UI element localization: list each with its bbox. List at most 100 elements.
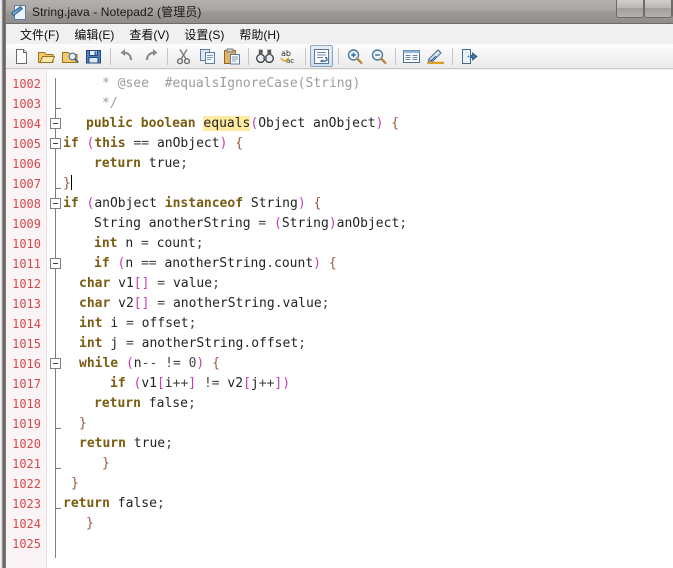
fold-collapse-icon[interactable] [50,358,61,369]
save-file-icon[interactable] [82,45,105,67]
svg-text:ac: ac [286,57,294,65]
menu-bar: 文件(F) 编辑(E) 查看(V) 设置(S) 帮助(H) [6,24,673,44]
line-number: 1019 [12,417,41,431]
minimize-button[interactable] [616,0,644,18]
code-line[interactable]: int i = offset; [79,314,196,334]
line-number: 1014 [12,317,41,331]
scheme-icon[interactable] [400,45,423,67]
line-number: 1004 [12,117,41,131]
code-line[interactable]: return false; [63,494,165,514]
fold-end-tick [55,188,61,189]
code-line[interactable]: char v1[] = value; [79,274,220,294]
line-number: 1003 [12,97,41,111]
code-line[interactable]: String anotherString = (String)anObject; [94,214,407,234]
toolbar-separator [338,47,339,65]
line-number: 1020 [12,437,41,451]
window-title: String.java - Notepad2 (管理员) [32,5,202,19]
code-line[interactable]: } [102,454,110,474]
fold-collapse-icon[interactable] [50,198,61,209]
code-line[interactable]: } [71,474,79,494]
line-number: 1013 [12,297,41,311]
fold-collapse-icon[interactable] [50,258,61,269]
menu-settings[interactable]: 设置(S) [177,24,232,45]
open-file-icon[interactable] [34,45,57,67]
toolbar-separator [305,47,306,65]
replace-icon[interactable]: ab ac [277,45,300,67]
browse-file-icon[interactable] [58,45,81,67]
line-number: 1022 [12,477,41,491]
paste-icon[interactable] [220,45,243,67]
code-line[interactable]: public boolean equals(Object anObject) { [86,114,399,134]
line-number: 1008 [12,197,41,211]
copy-icon[interactable] [196,45,219,67]
exit-icon[interactable] [457,45,480,67]
window-controls[interactable] [616,0,673,18]
cut-icon[interactable] [172,45,195,67]
fold-end-tick [55,468,61,469]
code-line[interactable]: */ [102,94,118,114]
line-number: 1015 [12,337,41,351]
code-line[interactable]: return true; [94,154,188,174]
zoom-out-icon[interactable] [367,45,390,67]
line-number: 1006 [12,157,41,171]
toolbar-separator [167,47,168,65]
fold-collapse-icon[interactable] [50,118,61,129]
code-line[interactable]: char v2[] = anotherString.value; [79,294,329,314]
line-number: 1002 [12,77,41,91]
line-number-gutter: 1002 1003 1004 1005 1006 1007 1008 1009 1010 1011… [6,70,47,568]
line-number: 1012 [12,277,41,291]
fold-collapse-icon[interactable] [50,138,61,149]
toolbar-separator [248,47,249,65]
code-line[interactable]: * @see #equalsIgnoreCase(String) [102,74,360,94]
menu-edit[interactable]: 编辑(E) [67,24,122,45]
fold-end-tick [55,508,61,509]
code-line[interactable]: if (anObject instanceof String) { [63,194,321,214]
toolbar: ab ac [6,44,673,69]
code-line[interactable]: int j = anotherString.offset; [79,334,306,354]
line-number: 1005 [12,137,41,151]
new-file-icon[interactable] [10,45,33,67]
code-line[interactable]: } [79,414,87,434]
editor[interactable]: 1002 1003 1004 1005 1006 1007 1008 1009 1010 1011… [6,70,673,568]
redo-icon[interactable] [139,45,162,67]
notepad2-window: String.java - Notepad2 (管理员) 文件(F) 编辑(E)… [6,0,673,568]
code-line[interactable]: } [86,514,94,534]
screen: String.java - Notepad2 (管理员) 文件(F) 编辑(E)… [0,0,673,568]
menu-view[interactable]: 查看(V) [122,24,177,45]
fold-end-tick [55,108,61,109]
title-bar[interactable]: String.java - Notepad2 (管理员) [6,0,673,24]
scheme-customize-icon[interactable] [424,45,447,67]
code-line[interactable]: if (this == anObject) { [63,134,243,154]
code-text-area[interactable]: * @see #equalsIgnoreCase(String) */public… [63,70,673,568]
toolbar-separator [452,47,453,65]
line-number: 1021 [12,457,41,471]
notepad2-app-icon [11,4,27,20]
code-line[interactable]: return true; [79,434,173,454]
word-wrap-icon[interactable] [310,45,333,67]
line-number: 1011 [12,257,41,271]
line-number: 1018 [12,397,41,411]
code-line[interactable]: if (n == anotherString.count) { [94,254,337,274]
maximize-button[interactable] [644,0,672,18]
line-number: 1025 [12,537,41,551]
menu-file[interactable]: 文件(F) [13,24,67,45]
line-number: 1010 [12,237,41,251]
code-line[interactable]: if (v1[i++] != v2[j++]) [110,374,290,394]
fold-margin[interactable] [48,70,63,568]
line-number: 1023 [12,497,41,511]
code-line[interactable]: } [63,174,72,194]
find-icon[interactable] [253,45,276,67]
fold-end-tick [55,428,61,429]
line-number: 1007 [12,177,41,191]
line-number: 1009 [12,217,41,231]
zoom-in-icon[interactable] [343,45,366,67]
menu-help[interactable]: 帮助(H) [232,24,288,45]
toolbar-separator [110,47,111,65]
code-line[interactable]: return false; [94,394,196,414]
line-number: 1024 [12,517,41,531]
line-number: 1016 [12,357,41,371]
code-line[interactable]: int n = count; [94,234,204,254]
undo-icon[interactable] [115,45,138,67]
line-number: 1017 [12,377,41,391]
code-line[interactable]: while (n-- != 0) { [79,354,220,374]
